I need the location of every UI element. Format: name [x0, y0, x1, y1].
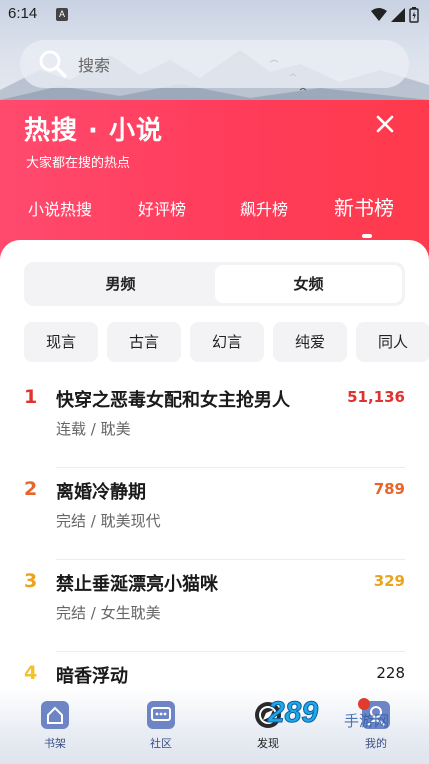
category-chip[interactable]: 现言 [24, 322, 98, 362]
notification-icon: A [56, 8, 68, 21]
nav-label: 我的 [365, 737, 387, 750]
tab-new-books[interactable]: 新书榜 [334, 192, 394, 221]
tab-female[interactable]: 女频 [215, 265, 402, 303]
tab-good-reviews[interactable]: 好评榜 [138, 196, 186, 220]
svg-text:289: 289 [267, 696, 318, 729]
bookshelf-icon [41, 701, 69, 729]
book-count: 789 [373, 480, 405, 498]
nav-label: 发现 [257, 737, 279, 750]
category-chip[interactable]: 幻言 [190, 322, 264, 362]
book-meta: 完结 / 耽美现代 [56, 512, 161, 530]
book-title: 暗香浮动 [56, 666, 128, 687]
rank-number: 3 [24, 570, 38, 592]
ranking-tabs: 小说热搜 好评榜 飙升榜 新书榜 [0, 196, 429, 232]
rank-number: 1 [24, 386, 38, 408]
search-placeholder: 搜索 [78, 56, 111, 75]
community-icon [147, 701, 175, 729]
battery-icon [409, 7, 419, 23]
nav-community[interactable]: 社区 [131, 698, 191, 751]
book-count: 329 [373, 572, 405, 590]
page-title: 热搜 · 小说 [24, 116, 163, 146]
status-icons [371, 7, 419, 23]
nav-label: 书架 [44, 737, 66, 750]
category-chip[interactable]: 同人 [356, 322, 429, 362]
list-item[interactable]: 1 快穿之恶毒女配和女主抢男人 连载 / 耽美 51,136 [0, 376, 429, 468]
watermark-logo: 289 手游网 [267, 696, 390, 731]
book-count: 228 [376, 664, 405, 682]
active-tab-indicator [362, 234, 372, 238]
wifi-icon [371, 8, 387, 21]
category-chip[interactable]: 古言 [107, 322, 181, 362]
book-title: 快穿之恶毒女配和女主抢男人 [56, 390, 290, 411]
book-title: 禁止垂涎漂亮小猫咪 [56, 574, 218, 595]
book-title: 离婚冷静期 [56, 482, 146, 503]
rank-number: 4 [24, 662, 38, 684]
close-icon[interactable] [373, 112, 397, 136]
nav-label: 社区 [150, 737, 172, 750]
page-subtitle: 大家都在搜的热点 [26, 156, 131, 171]
book-count: 51,136 [347, 388, 405, 406]
category-chip[interactable]: 纯爱 [273, 322, 347, 362]
search-bar[interactable]: 搜索 [20, 40, 409, 88]
nav-bookshelf[interactable]: 书架 [25, 698, 85, 751]
gender-toggle: 男频 女频 [24, 262, 405, 306]
status-time: 6:14 [8, 5, 38, 22]
ranking-card: 男频 女频 现言 古言 幻言 纯爱 同人 1 快穿之恶毒女配和女主抢男人 连载 … [0, 240, 429, 764]
rank-number: 2 [24, 478, 38, 500]
tab-novel-hot[interactable]: 小说热搜 [28, 196, 92, 220]
svg-text:手游网: 手游网 [344, 712, 389, 730]
list-item[interactable]: 3 禁止垂涎漂亮小猫咪 完结 / 女生耽美 329 [0, 560, 429, 652]
book-meta: 完结 / 女生耽美 [56, 604, 161, 622]
signal-icon [391, 8, 405, 22]
tab-rising[interactable]: 飙升榜 [240, 196, 288, 220]
search-icon [39, 50, 67, 78]
status-bar: 6:14 A [0, 0, 429, 30]
list-item[interactable]: 2 离婚冷静期 完结 / 耽美现代 789 [0, 468, 429, 560]
category-chips: 现言 古言 幻言 纯爱 同人 [24, 322, 429, 362]
tab-male[interactable]: 男频 [27, 265, 214, 303]
book-meta: 连载 / 耽美 [56, 420, 131, 438]
